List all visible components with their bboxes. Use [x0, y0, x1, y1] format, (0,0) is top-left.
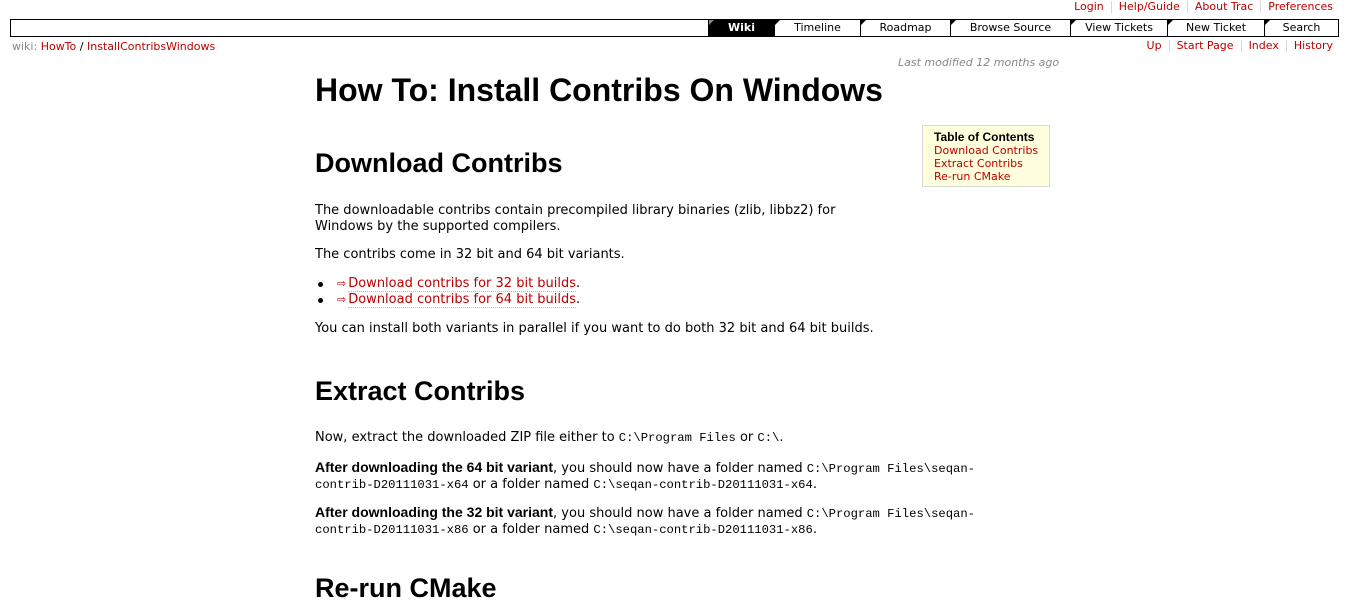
code-alt-path-64: C:\seqan-contrib-D20111031-x64: [593, 478, 813, 492]
bold-32bit: After downloading the 32 bit variant: [315, 504, 554, 520]
tab-roadmap[interactable]: Roadmap: [860, 20, 950, 36]
list-item: ⇨ Download contribs for 32 bit builds.: [317, 276, 581, 292]
code-c-drive: C:\: [757, 431, 780, 445]
breadcrumb: wiki: HowTo / InstallContribsWindows: [12, 40, 215, 53]
bold-64bit: After downloading the 64 bit variant: [315, 459, 554, 475]
breadcrumb-prefix: wiki:: [12, 40, 38, 53]
heading-rerun-cmake: Re-run CMake: [315, 573, 497, 603]
download-32bit-link[interactable]: Download contribs for 32 bit builds: [348, 276, 577, 292]
toc-item-download-contribs[interactable]: Download Contribs: [934, 144, 1038, 157]
toc-item-extract-contribs[interactable]: Extract Contribs: [934, 157, 1023, 170]
extract-paragraph-1: Now, extract the downloaded ZIP file eit…: [315, 430, 783, 446]
tab-label: Timeline: [794, 21, 841, 34]
text: or: [735, 430, 758, 445]
tab-label: Browse Source: [969, 21, 1052, 34]
text: or a folder named: [468, 522, 594, 537]
tab-timeline[interactable]: Timeline: [774, 20, 860, 36]
text: .: [812, 477, 817, 492]
text: , you should now have a folder named: [553, 506, 807, 521]
help-guide-link[interactable]: Help/Guide: [1110, 1, 1187, 13]
tab-corner-icon: [1071, 20, 1076, 25]
tab-corner-icon: [709, 20, 714, 25]
tab-corner-icon: [861, 20, 866, 25]
download-links-list: ⇨ Download contribs for 32 bit builds. ⇨ D…: [317, 276, 581, 308]
code-program-files: C:\Program Files: [618, 431, 736, 445]
tab-new-ticket[interactable]: New Ticket: [1167, 20, 1264, 36]
breadcrumb-separator: /: [79, 40, 84, 53]
tab-corner-icon: [1168, 20, 1173, 25]
code-path-32-cont: contrib-D20111031-x86: [315, 523, 469, 537]
history-link[interactable]: History: [1285, 40, 1333, 52]
index-link[interactable]: Index: [1240, 40, 1286, 52]
toc-title: Table of Contents: [934, 130, 1035, 144]
text: Now, extract the downloaded ZIP file eit…: [315, 430, 619, 445]
heading-extract-contribs: Extract Contribs: [315, 376, 526, 406]
context-navigation: Up Start Page Index History: [1140, 40, 1333, 52]
tab-corner-icon: [951, 20, 956, 25]
meta-navigation: Login Help/Guide About Trac Preferences: [1067, 1, 1333, 13]
text: .: [812, 522, 817, 537]
download-64bit-link[interactable]: Download contribs for 64 bit builds: [348, 292, 577, 308]
tab-label: Roadmap: [879, 21, 932, 34]
tab-label: View Tickets: [1085, 21, 1153, 34]
tab-label: New Ticket: [1185, 21, 1247, 34]
tab-label: Search: [1282, 21, 1321, 34]
extract-paragraph-32bit: After downloading the 32 bit variant, yo…: [315, 504, 1035, 538]
tab-label: Wiki: [728, 21, 755, 34]
table-of-contents: Table of Contents Download Contribs Extr…: [922, 125, 1050, 187]
wiki-content: How To: Install Contribs On Windows Down…: [315, 60, 1055, 603]
tab-wiki[interactable]: Wiki: [708, 20, 774, 36]
code-path-64-cont: contrib-D20111031-x64: [315, 478, 469, 492]
external-link-icon: ⇨: [337, 277, 347, 290]
download-paragraph-1: The downloadable contribs contain precom…: [315, 203, 836, 234]
code-path-64: C:\Program Files\seqan-: [806, 462, 975, 476]
code-path-32: C:\Program Files\seqan-: [806, 507, 975, 521]
toc-item-rerun-cmake[interactable]: Re-run CMake: [934, 170, 1011, 183]
breadcrumb-howto-link[interactable]: HowTo: [41, 40, 77, 53]
start-page-link[interactable]: Start Page: [1168, 40, 1241, 52]
tab-search[interactable]: Search: [1264, 20, 1338, 36]
tab-corner-icon: [775, 20, 780, 25]
tab-view-tickets[interactable]: View Tickets: [1070, 20, 1167, 36]
page-title: How To: Install Contribs On Windows: [315, 72, 883, 108]
up-link[interactable]: Up: [1140, 40, 1169, 52]
text: or a folder named: [468, 477, 594, 492]
extract-paragraph-64bit: After downloading the 64 bit variant, yo…: [315, 459, 1035, 493]
main-navigation: Wiki Timeline Roadmap Browse Source View…: [10, 19, 1339, 37]
text: .: [779, 430, 784, 445]
login-link[interactable]: Login: [1067, 1, 1111, 13]
code-alt-path-32: C:\seqan-contrib-D20111031-x86: [593, 523, 813, 537]
about-trac-link[interactable]: About Trac: [1186, 1, 1260, 13]
text: , you should now have a folder named: [553, 461, 807, 476]
heading-download-contribs: Download Contribs: [315, 148, 563, 178]
preferences-link[interactable]: Preferences: [1260, 1, 1333, 13]
download-paragraph-2: The contribs come in 32 bit and 64 bit v…: [315, 247, 625, 262]
external-link-icon: ⇨: [337, 293, 347, 306]
breadcrumb-page-link[interactable]: InstallContribsWindows: [87, 40, 215, 53]
tab-corner-icon: [1265, 20, 1270, 25]
list-item: ⇨ Download contribs for 64 bit builds.: [317, 292, 581, 308]
tab-browse-source[interactable]: Browse Source: [950, 20, 1070, 36]
download-paragraph-3: You can install both variants in paralle…: [315, 321, 874, 336]
